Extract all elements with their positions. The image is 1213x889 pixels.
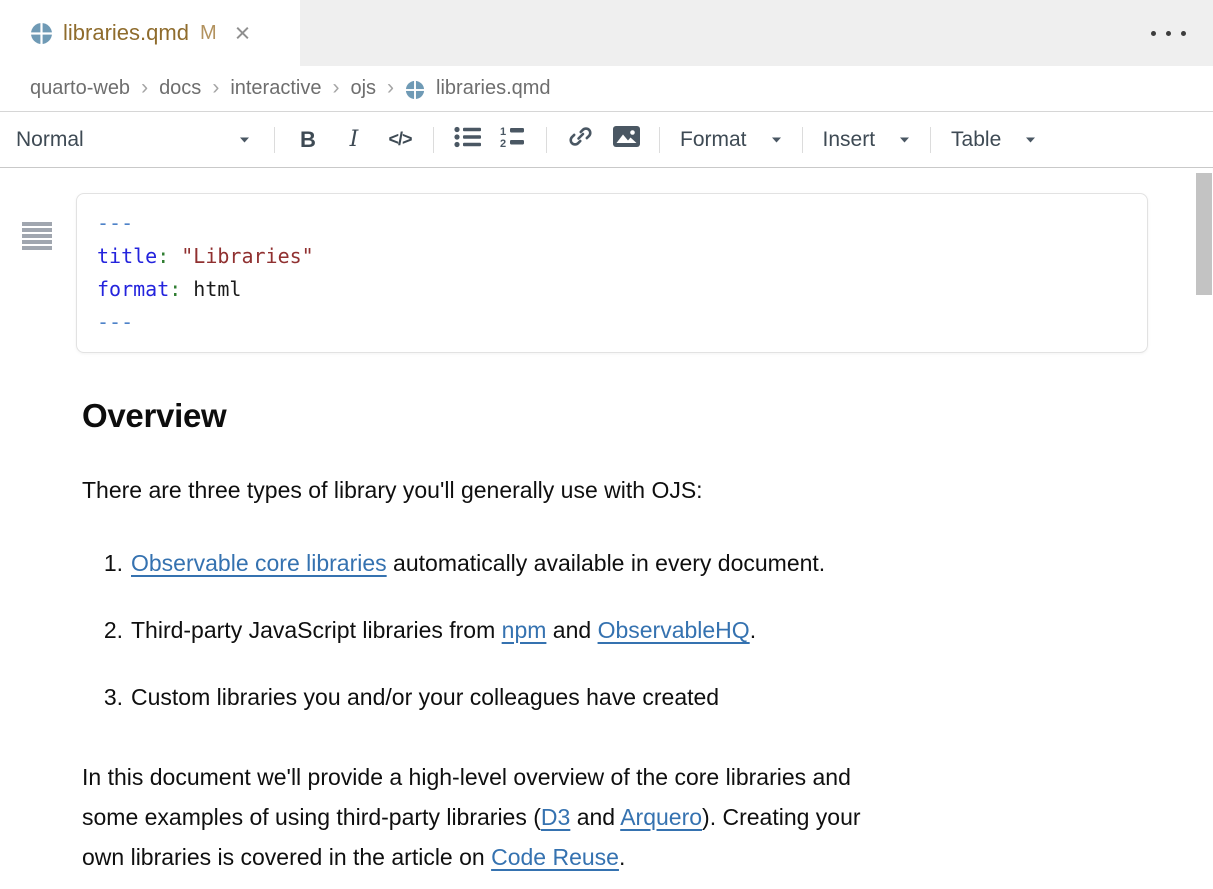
- link-npm[interactable]: npm: [502, 617, 547, 643]
- intro-paragraph: There are three types of library you'll …: [82, 477, 1213, 504]
- breadcrumb-separator: ›: [332, 76, 339, 100]
- format-menu-label: Format: [680, 128, 747, 152]
- bold-icon: B: [300, 127, 316, 153]
- paragraph-text: ). Creating your: [702, 804, 861, 830]
- link-d3[interactable]: D3: [541, 804, 570, 830]
- yaml-colon: :: [157, 244, 169, 268]
- breadcrumb-item-interactive[interactable]: interactive: [230, 77, 321, 100]
- page-heading: Overview: [82, 397, 1213, 435]
- link-arquero[interactable]: Arquero: [620, 804, 702, 830]
- chevron-down-icon: [899, 136, 910, 144]
- breadcrumb-separator: ›: [212, 76, 219, 100]
- numbered-list-icon: 12: [500, 126, 527, 154]
- yaml-line: ---: [97, 207, 1147, 240]
- editor-window: libraries.qmd M × quarto-web › docs › in…: [0, 0, 1213, 889]
- link-observablehq[interactable]: ObservableHQ: [598, 617, 750, 643]
- quarto-file-icon: [405, 80, 425, 100]
- image-icon: [613, 126, 640, 153]
- drag-handle-icon[interactable]: [22, 222, 52, 250]
- link-code-reuse[interactable]: Code Reuse: [491, 844, 619, 870]
- toolbar-divider: [659, 127, 660, 153]
- table-menu[interactable]: Table: [941, 128, 1046, 152]
- more-actions-icon[interactable]: [1151, 31, 1186, 36]
- yaml-line: format: html: [97, 273, 1147, 306]
- yaml-key: title: [97, 244, 157, 268]
- tab-bar: libraries.qmd M ×: [0, 0, 1213, 66]
- numbered-list-button[interactable]: 12: [490, 120, 536, 160]
- paragraph-style-value: Normal: [16, 128, 84, 152]
- link-icon: [568, 125, 593, 154]
- paragraph-style-select[interactable]: Normal: [14, 128, 264, 152]
- format-menu[interactable]: Format: [670, 128, 792, 152]
- scrollbar-thumb[interactable]: [1196, 173, 1212, 295]
- paragraph-text: and: [570, 804, 620, 830]
- toolbar-divider: [930, 127, 931, 153]
- yaml-key: format: [97, 277, 169, 301]
- quarto-file-icon: [30, 22, 53, 45]
- document-canvas[interactable]: --- title:"Libraries" format:html --- Ov…: [0, 193, 1213, 877]
- list-item: 3. Custom libraries you and/or your coll…: [99, 684, 1213, 711]
- yaml-value: "Libraries": [181, 244, 313, 268]
- bullet-list-icon: [454, 126, 481, 154]
- link-button[interactable]: [557, 120, 603, 160]
- breadcrumb-item-libraries-qmd[interactable]: libraries.qmd: [436, 77, 550, 100]
- breadcrumb-separator: ›: [141, 76, 148, 100]
- bold-button[interactable]: B: [285, 120, 331, 160]
- list-number: 2.: [99, 617, 123, 644]
- toolbar-divider: [274, 127, 275, 153]
- toolbar-divider: [802, 127, 803, 153]
- list-item-text: Custom libraries you and/or your colleag…: [131, 684, 719, 710]
- list-item-text: Third-party JavaScript libraries from: [131, 617, 502, 643]
- toolbar-divider: [546, 127, 547, 153]
- yaml-value: html: [193, 277, 241, 301]
- code-button[interactable]: </>: [377, 120, 423, 160]
- table-menu-label: Table: [951, 128, 1001, 152]
- close-tab-icon[interactable]: ×: [235, 20, 251, 47]
- formatting-toolbar: Normal B I </> 12: [0, 112, 1213, 168]
- bullet-list-button[interactable]: [444, 120, 490, 160]
- yaml-delimiter: ---: [97, 310, 133, 334]
- list-item: 1. Observable core libraries automatical…: [99, 550, 1213, 577]
- list-item: 2. Third-party JavaScript libraries from…: [99, 617, 1213, 644]
- chevron-down-icon: [1025, 136, 1036, 144]
- svg-text:2: 2: [500, 138, 506, 148]
- image-button[interactable]: [603, 120, 649, 160]
- italic-button[interactable]: I: [331, 120, 377, 160]
- modified-badge: M: [200, 22, 217, 45]
- yaml-line: ---: [97, 306, 1147, 339]
- insert-menu[interactable]: Insert: [813, 128, 921, 152]
- numbered-list: 1. Observable core libraries automatical…: [99, 550, 1213, 711]
- breadcrumb-separator: ›: [387, 76, 394, 100]
- list-item-text: automatically available in every documen…: [387, 550, 826, 576]
- list-number: 3.: [99, 684, 123, 711]
- breadcrumb-item-quarto-web[interactable]: quarto-web: [30, 77, 130, 100]
- svg-text:1: 1: [500, 126, 506, 138]
- code-icon: </>: [388, 129, 411, 150]
- yaml-line: title: "Libraries": [97, 240, 1147, 273]
- paragraph-text: own libraries is covered in the article …: [82, 844, 491, 870]
- insert-menu-label: Insert: [823, 128, 876, 152]
- chevron-down-icon: [239, 136, 250, 144]
- toolbar-divider: [433, 127, 434, 153]
- breadcrumb: quarto-web › docs › interactive › ojs › …: [0, 66, 1213, 112]
- list-number: 1.: [99, 550, 123, 577]
- tab-libraries-qmd[interactable]: libraries.qmd M ×: [0, 0, 300, 66]
- paragraph-text: In this document we'll provide a high-le…: [82, 764, 851, 790]
- italic-icon: I: [350, 127, 359, 152]
- breadcrumb-item-ojs[interactable]: ojs: [350, 77, 376, 100]
- chevron-down-icon: [771, 136, 782, 144]
- paragraph-text: .: [619, 844, 625, 870]
- list-item-text: and: [546, 617, 597, 643]
- yaml-frontmatter-block[interactable]: --- title:"Libraries" format:html ---: [76, 193, 1148, 353]
- breadcrumb-item-docs[interactable]: docs: [159, 77, 201, 100]
- list-item-text: .: [750, 617, 756, 643]
- tab-title: libraries.qmd: [63, 20, 189, 46]
- yaml-delimiter: ---: [97, 211, 133, 235]
- yaml-colon: :: [169, 277, 181, 301]
- paragraph-text: some examples of using third-party libra…: [82, 804, 541, 830]
- link-observable-core-libraries[interactable]: Observable core libraries: [131, 550, 387, 576]
- outro-paragraph: In this document we'll provide a high-le…: [82, 757, 1213, 877]
